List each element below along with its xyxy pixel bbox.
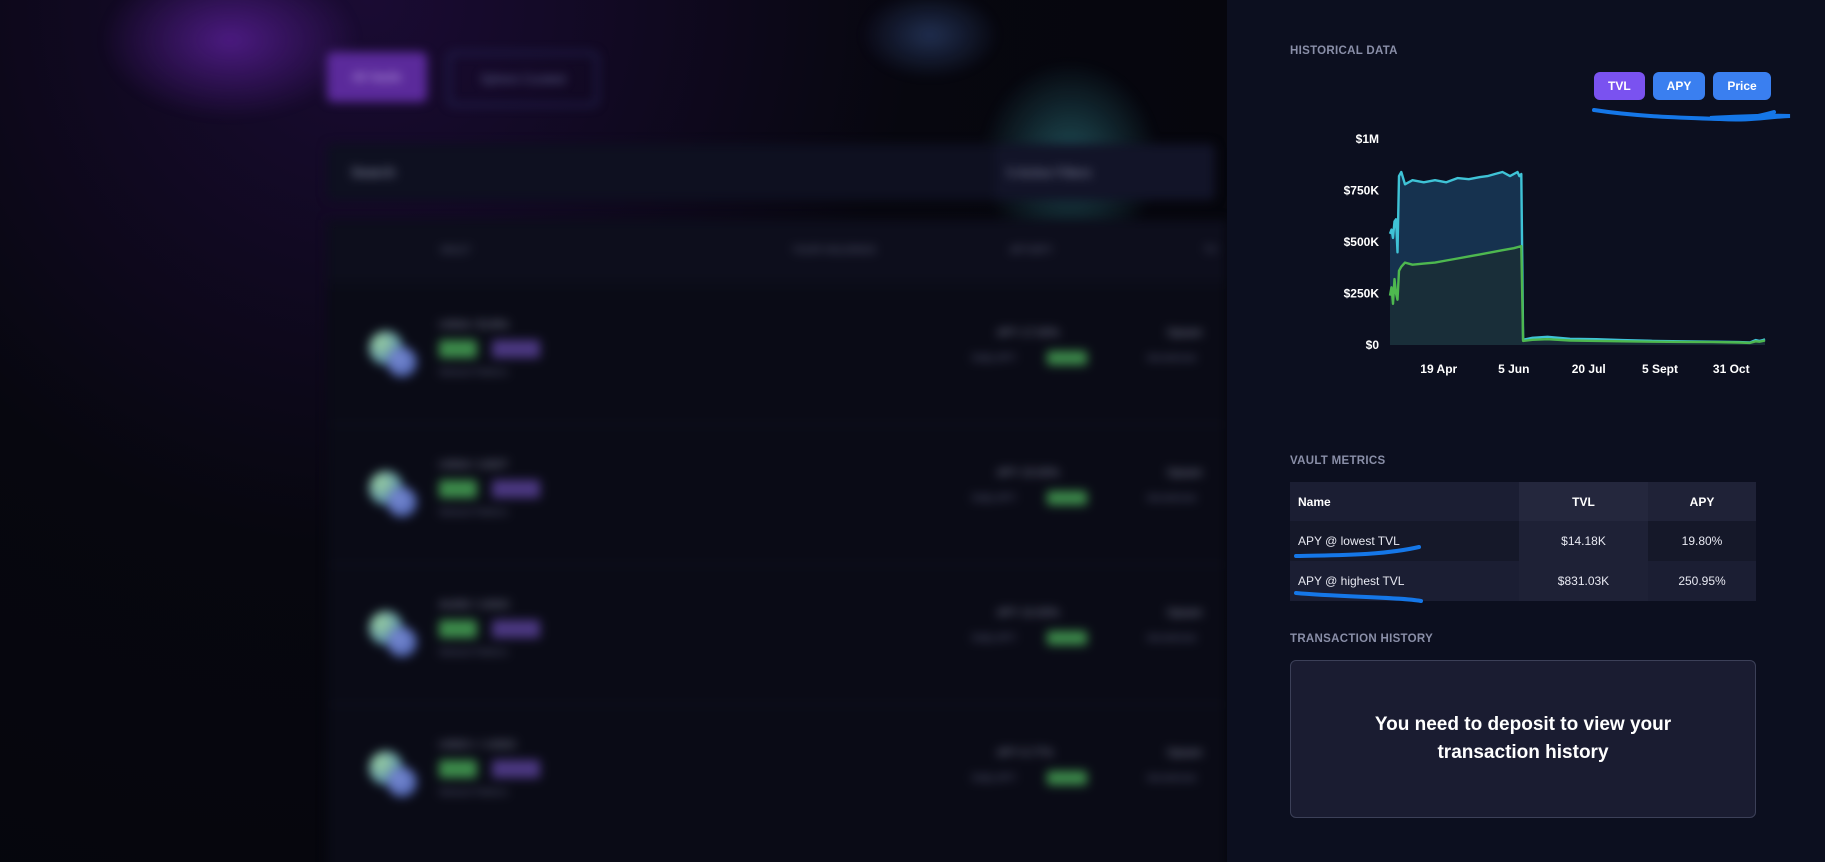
type-badge [492, 620, 540, 638]
all-vaults-tab[interactable]: All Vaults [327, 52, 427, 102]
strategy-sub: Aerodrome [1147, 633, 1197, 644]
network-info: Network Platform [439, 787, 509, 797]
x-tick-label: 20 Jul [1572, 362, 1606, 376]
tab-price[interactable]: Price [1713, 72, 1771, 100]
apy-sub: Daily APY [972, 353, 1017, 364]
col-tvl[interactable]: TV [1204, 245, 1217, 256]
background-app: All Vaults Sphere Curated Search 5 Activ… [0, 0, 1227, 862]
apy-badge [1047, 631, 1087, 645]
col-tvl: TVL [1519, 482, 1648, 521]
strategy-sub: Aerodrome [1147, 493, 1197, 504]
vault-pair: AUDD / USDC [439, 599, 511, 611]
vault-table: VAULT YOUR HOLDINGS APY/APY TV USDA / EU… [327, 220, 1227, 862]
chart-tabs: TVL APY Price [1594, 72, 1771, 100]
type-badge [492, 760, 540, 778]
col-apy[interactable]: APY/APY [1010, 245, 1053, 256]
apy-badge [1047, 771, 1087, 785]
chart-svg: $1M $750K $500K $250K $0 19 Apr 5 Jun 20 Jul 5 S… [1344, 132, 1766, 376]
type-badge [492, 480, 540, 498]
table-row: APY @ lowest TVL $14.18K 19.80% [1290, 521, 1756, 561]
table-row[interactable]: AUDD / USDC Network Platform APY 10.00% … [327, 564, 1227, 701]
apy-value: APY 10.00% [997, 607, 1060, 619]
chain-badge [439, 620, 477, 638]
transaction-history-box: You need to deposit to view your transac… [1290, 660, 1756, 818]
vault-pair: USDA / EURA [439, 319, 509, 331]
vault-details-panel: HISTORICAL DATA TVL APY Price $1M $750K $5… [1227, 0, 1825, 862]
col-vault: VAULT [440, 245, 471, 256]
token-icon [387, 627, 417, 657]
network-info: Network Platform [439, 507, 509, 517]
metrics-header-row: Name TVL APY [1290, 482, 1756, 521]
background-blur: All Vaults Sphere Curated Search 5 Activ… [0, 0, 1227, 862]
vault-table-header: VAULT YOUR HOLDINGS APY/APY TV [327, 220, 1227, 280]
historical-data-title: HISTORICAL DATA [1290, 45, 1398, 57]
col-name: Name [1290, 482, 1519, 521]
y-tick-label: $1M [1356, 132, 1379, 146]
table-row[interactable]: USDC+ / USDC Network Platform APY 6.77% … [327, 704, 1227, 841]
metric-name: APY @ lowest TVL [1290, 521, 1519, 561]
vault-pair: USDA / USDT [439, 459, 509, 471]
network-info: Network Platform [439, 367, 509, 377]
col-holdings[interactable]: YOUR HOLDINGS [792, 245, 876, 256]
bg-glow [100, 0, 360, 120]
historical-chart: $1M $750K $500K $250K $0 19 Apr 5 Jun 20 Jul 5 S… [1287, 125, 1767, 385]
strategy-value: Opsam [1167, 747, 1203, 759]
vault-metrics-table: Name TVL APY APY @ lowest TVL $14.18K 19… [1290, 482, 1756, 601]
token-icon [387, 347, 417, 377]
strategy-value: Opsam [1167, 467, 1203, 479]
y-tick-label: $500K [1344, 235, 1380, 249]
apy-sub: Daily APY [972, 493, 1017, 504]
x-tick-label: 5 Jun [1498, 362, 1529, 376]
apy-badge [1047, 491, 1087, 505]
metric-tvl: $831.03K [1519, 561, 1648, 601]
tab-tvl[interactable]: TVL [1594, 72, 1645, 100]
chain-badge [439, 760, 477, 778]
transaction-history-title: TRANSACTION HISTORY [1290, 633, 1434, 645]
table-row[interactable]: USDA / EURA Network Platform APY 17.00% … [327, 284, 1227, 421]
type-badge [492, 340, 540, 358]
apy-sub: Daily APY [972, 773, 1017, 784]
tab-apy[interactable]: APY [1652, 72, 1706, 100]
y-tick-label: $750K [1344, 184, 1380, 198]
apy-value: APY 15.00% [997, 467, 1060, 479]
x-tick-label: 5 Sept [1642, 362, 1678, 376]
token-icon [387, 767, 417, 797]
vault-metrics-title: VAULT METRICS [1290, 455, 1386, 467]
apy-badge [1047, 351, 1087, 365]
sphere-curated-tab[interactable]: Sphere Curated [448, 52, 598, 106]
network-info: Network Platform [439, 647, 509, 657]
col-apy: APY [1648, 482, 1756, 521]
metric-tvl: $14.18K [1519, 521, 1648, 561]
apy-value: APY 6.77% [997, 747, 1054, 759]
apy-sub: Daily APY [972, 633, 1017, 644]
table-row[interactable]: USDA / USDT Network Platform APY 15.00% … [327, 424, 1227, 561]
strategy-sub: Aerodrome [1147, 353, 1197, 364]
deposit-required-message: You need to deposit to view your transac… [1374, 714, 1672, 763]
bg-glow [860, 0, 1000, 80]
vault-search-input[interactable]: Search [327, 144, 1002, 200]
y-tick-label: $250K [1344, 287, 1380, 301]
metric-apy: 250.95% [1648, 561, 1756, 601]
vault-pair: USDC+ / USDC [439, 739, 517, 751]
y-tick-label: $0 [1366, 338, 1380, 352]
table-row: APY @ highest TVL $831.03K 250.95% [1290, 561, 1756, 601]
metric-name: APY @ highest TVL [1290, 561, 1519, 601]
strategy-value: Opsam [1167, 607, 1203, 619]
x-tick-label: 19 Apr [1420, 362, 1457, 376]
apy-value: APY 17.00% [997, 327, 1060, 339]
strategy-value: Opsam [1167, 327, 1203, 339]
strategy-sub: Aerodrome [1147, 773, 1197, 784]
chain-badge [439, 480, 477, 498]
metric-apy: 19.80% [1648, 521, 1756, 561]
filters-dropdown[interactable]: 5 Active Filters [995, 144, 1215, 200]
token-icon [387, 487, 417, 517]
chain-badge [439, 340, 477, 358]
x-tick-label: 31 Oct [1713, 362, 1750, 376]
